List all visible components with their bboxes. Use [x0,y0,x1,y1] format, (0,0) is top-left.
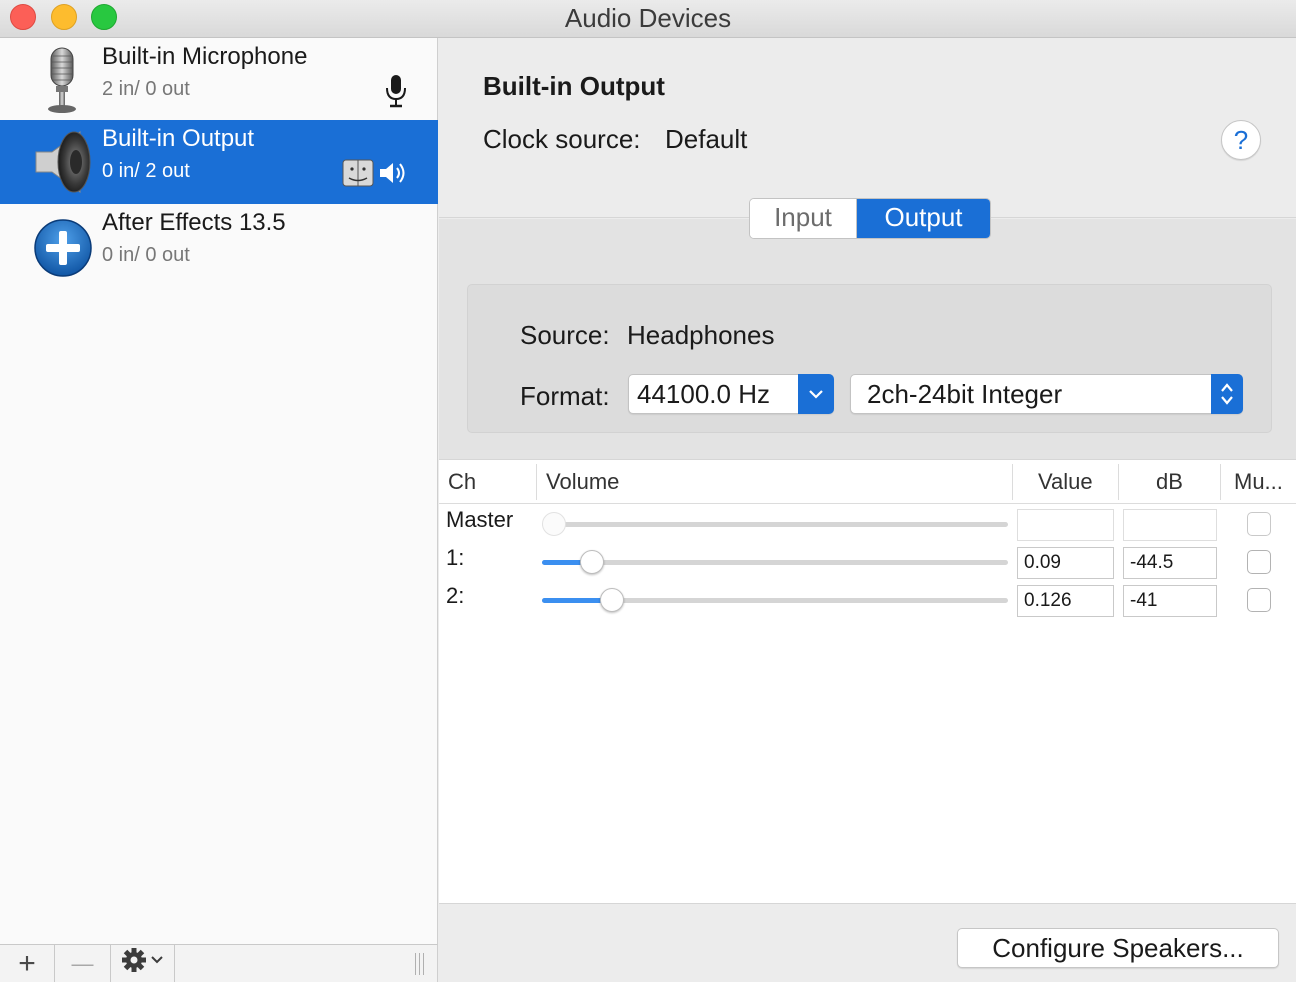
format-label: Format: [520,381,610,411]
device-io: 0 in/ 2 out [102,160,190,182]
add-device-button[interactable]: + [0,945,55,982]
plus-icon: + [18,946,36,980]
column-header-volume[interactable]: Volume [546,469,619,495]
volume-slider-knob[interactable] [600,588,624,612]
clock-source-value: Default [665,124,748,154]
window-title: Audio Devices [564,3,732,33]
device-item-built-in-output[interactable]: Built-in Output 0 in/ 2 out [0,120,438,204]
channel-label: Master [446,507,514,532]
gear-icon [120,946,166,982]
volume-slider-channel-1[interactable] [542,560,1008,565]
table-row-channel-1: 1: 0.09 -44.5 [439,543,1296,581]
device-detail-pane: Built-in Output Clock source: Default ? … [439,38,1296,982]
device-list: Built-in Microphone 2 in/ 0 out Built-in… [0,38,438,944]
clock-source-label: Clock source: [483,124,641,154]
mute-checkbox[interactable] [1247,550,1271,574]
device-io: 2 in/ 0 out [102,78,190,100]
chevron-down-icon [798,374,834,414]
device-name: After Effects 13.5 [102,209,286,236]
column-header-mute[interactable]: Mu... [1234,469,1283,495]
device-status [342,158,408,192]
value-field[interactable]: 0.126 [1017,585,1114,617]
value-field[interactable]: 0.09 [1017,547,1114,579]
resize-handle[interactable] [410,953,428,975]
channel-label: 1: [446,545,465,570]
device-header: Built-in Output Clock source: Default ? [439,38,1296,218]
volume-slider-knob[interactable] [580,550,604,574]
tab-input[interactable]: Input [750,199,857,238]
help-button[interactable]: ? [1221,120,1261,160]
device-item-after-effects[interactable]: After Effects 13.5 0 in/ 0 out [0,204,438,288]
device-io: 0 in/ 0 out [102,244,190,266]
up-down-chevron-icon [1211,374,1243,414]
device-name: Built-in Output [102,125,255,152]
remove-device-button[interactable]: — [55,945,111,982]
channel-label: 2: [446,583,465,608]
column-header-value[interactable]: Value [1038,469,1093,495]
channel-volume-table: Ch Volume Value dB Mu... Master 1: 0.09 … [439,459,1296,903]
value-field[interactable] [1017,509,1114,541]
microphone-device-icon [30,46,96,114]
db-field[interactable]: -44.5 [1123,547,1217,579]
tab-output[interactable]: Output [857,199,990,238]
table-row-master: Master [439,505,1296,543]
db-field[interactable]: -41 [1123,585,1217,617]
device-status [384,74,408,113]
sidebar-toolbar: + — [0,944,438,982]
source-label: Source: [520,320,610,350]
configure-speakers-button[interactable]: Configure Speakers... [957,928,1279,968]
action-menu-button[interactable] [111,945,175,982]
input-output-segmented-control: Input Output [749,198,991,239]
format-popup[interactable]: 2ch-24bit Integer [850,374,1243,414]
table-row-channel-2: 2: 0.126 -41 [439,581,1296,619]
mute-checkbox[interactable] [1247,588,1271,612]
volume-slider-master[interactable] [542,522,1008,527]
device-item-built-in-microphone[interactable]: Built-in Microphone 2 in/ 0 out [0,38,438,122]
column-header-ch[interactable]: Ch [448,469,476,495]
speaker-device-icon [30,128,96,196]
default-output-speaker-icon [378,159,408,192]
title-bar: Audio Devices [0,0,1296,38]
plus-circle-icon [30,212,96,280]
bottom-bar: Configure Speakers... [439,903,1296,982]
source-value: Headphones [627,320,775,350]
finder-icon [342,159,374,192]
mute-checkbox[interactable] [1247,512,1271,536]
column-header-db[interactable]: dB [1156,469,1183,495]
default-input-microphone-icon [384,74,408,113]
format-value: 2ch-24bit Integer [867,379,1063,409]
table-header: Ch Volume Value dB Mu... [439,460,1296,504]
device-title: Built-in Output [483,71,665,101]
minus-icon: — [71,950,94,976]
device-name: Built-in Microphone [102,43,308,70]
sample-rate-popup[interactable]: 44100.0 Hz [628,374,834,414]
volume-slider-knob[interactable] [542,512,566,536]
db-field[interactable] [1123,509,1217,541]
sample-rate-value: 44100.0 Hz [637,379,770,409]
stream-format-box: Source: Headphones Format: 44100.0 Hz 2c… [467,284,1272,433]
